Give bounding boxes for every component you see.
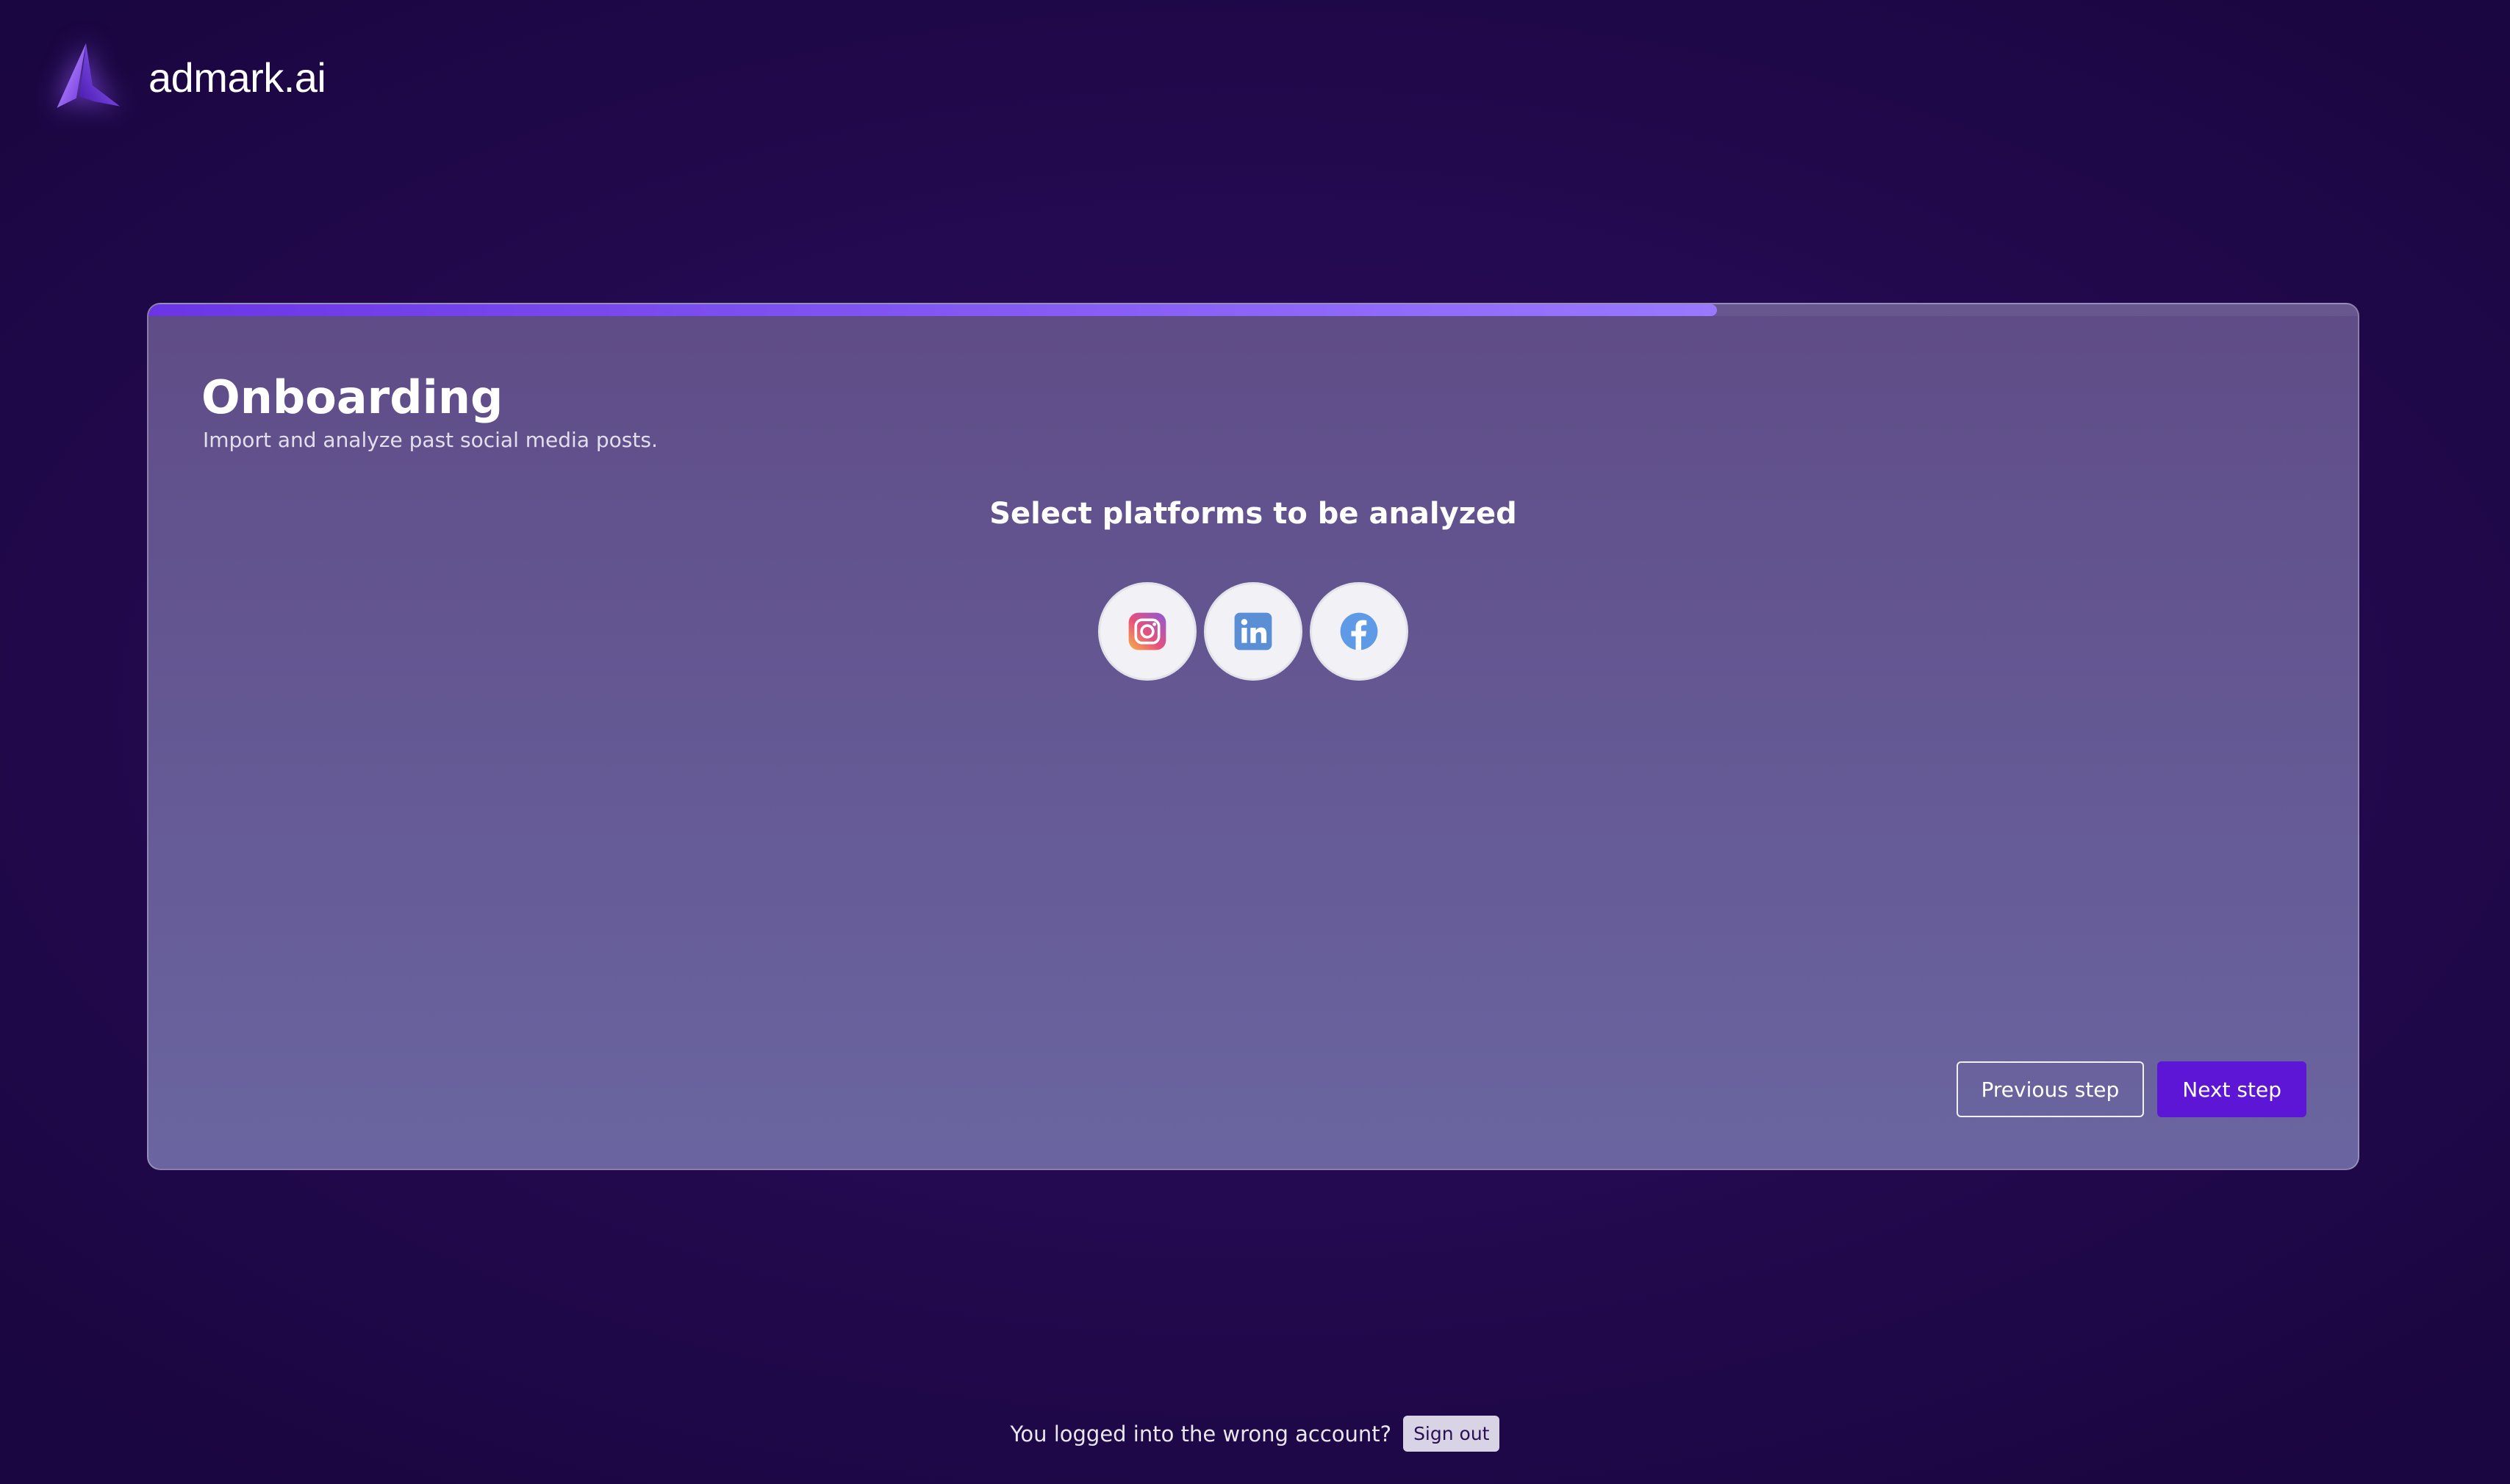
- brand-name: admark.ai: [148, 54, 326, 101]
- admark-logo-icon: [57, 43, 121, 108]
- next-step-button[interactable]: Next step: [2157, 1061, 2306, 1117]
- progress-bar: [148, 304, 2358, 316]
- platform-instagram-button[interactable]: [1098, 582, 1197, 681]
- wrong-account-prompt: You logged into the wrong account?: [1010, 1421, 1392, 1447]
- platform-selector: [1098, 582, 1408, 681]
- platform-linkedin-button[interactable]: [1204, 582, 1302, 681]
- step-actions: Previous step Next step: [1956, 1061, 2306, 1117]
- previous-step-button[interactable]: Previous step: [1956, 1061, 2145, 1117]
- account-footer: You logged into the wrong account? Sign …: [0, 1416, 2510, 1452]
- progress-bar-fill: [148, 304, 1718, 316]
- platforms-heading: Select platforms to be analyzed: [989, 497, 1517, 531]
- page-title: Onboarding: [201, 370, 503, 424]
- brand-logo[interactable]: admark.ai: [46, 37, 326, 118]
- page-subtitle: Import and analyze past social media pos…: [203, 428, 658, 452]
- onboarding-card: Onboarding Import and analyze past socia…: [147, 303, 2359, 1170]
- linkedin-icon: [1234, 612, 1272, 650]
- sign-out-button[interactable]: Sign out: [1403, 1416, 1500, 1452]
- platform-facebook-button[interactable]: [1310, 582, 1408, 681]
- instagram-icon: [1128, 612, 1166, 650]
- facebook-icon: [1340, 612, 1378, 650]
